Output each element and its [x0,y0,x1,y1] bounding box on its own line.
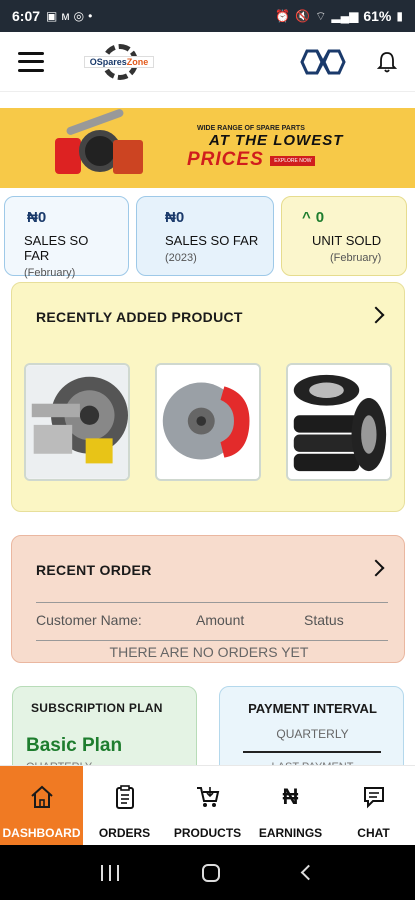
stat-value: 0 [315,209,325,226]
empty-orders-message: THERE ARE NO ORDERS YET [109,644,309,660]
stat-value: ₦0 [27,209,47,226]
subscription-title: SUBSCRIPTION PLAN [31,701,163,715]
stat-card-units-sold[interactable]: ^ 0 UNIT SOLD (February) [281,196,407,276]
subscription-plan-card[interactable]: SUBSCRIPTION PLAN Basic Plan QUARTERLY [12,686,197,776]
stat-label: UNIT SOLD [312,233,382,248]
column-customer-name: Customer Name: [36,612,142,628]
stat-period: (2023) [165,252,197,264]
signal-icon: ▂▄▆ [331,9,359,23]
home-icon [27,782,57,812]
brake-disc-image [157,365,259,479]
system-navigation-bar [0,845,415,900]
cart-icon [193,782,223,812]
chat-icon [359,782,389,812]
section-title: RECENTLY ADDED PRODUCT [36,309,243,325]
nav-orders[interactable]: ORDERS [83,766,166,846]
status-time: 6:07 [12,8,41,24]
nav-chat[interactable]: CHAT [332,766,415,846]
alarm-icon: ⏰ [275,9,291,23]
column-status: Status [304,612,344,628]
payment-interval-card[interactable]: PAYMENT INTERVAL QUARTERLY LAST PAYMENT [219,686,404,776]
nav-dashboard[interactable]: DASHBOARD [0,766,83,846]
dot-icon: • [88,9,93,23]
recent-apps-button[interactable] [101,864,120,881]
recent-order-section: RECENT ORDER Customer Name: Amount Statu… [11,535,405,663]
notification-icons: ▣ ᴍ ◎ • [46,9,92,23]
order-table-header: Customer Name: Amount Status [36,612,388,628]
status-bar: 6:07 ▣ ᴍ ◎ • ⏰ 🔇 ⌔ ▂▄▆ 61% ▮ [0,0,415,32]
spare-parts-illustration [55,107,145,180]
system-indicators: ⏰ 🔇 ⌔ ▂▄▆ 61% ▮ [275,8,403,24]
divider [243,751,381,753]
banner-small-text: WIDE RANGE OF SPARE PARTS [197,125,305,132]
wifi-icon: ⌔ [315,8,327,23]
promo-banner[interactable]: WIDE RANGE OF SPARE PARTS AT THE LOWEST … [0,107,415,188]
product-thumbnail-brake-disc[interactable] [155,363,261,481]
stat-card-sales-year[interactable]: ₦0 SALES SO FAR (2023) [136,196,274,276]
battery-level: 61% [363,8,392,24]
product-thumbnail-tires[interactable] [286,363,392,481]
nav-label: PRODUCTS [173,826,242,840]
back-button[interactable] [300,864,316,881]
bell-icon[interactable] [377,51,397,73]
nav-products[interactable]: PRODUCTS [166,766,249,846]
m-icon: ᴍ [61,9,70,23]
menu-icon[interactable] [18,51,44,72]
mute-icon: 🔇 [295,9,311,23]
instagram-icon: ◎ [73,9,85,23]
product-thumbnail-brake-caliper[interactable] [24,363,130,481]
tires-image [288,365,390,479]
bottom-navigation: DASHBOARD ORDERS PRODUCTS ₦ EARNINGS CHA… [0,765,415,846]
banner-headline-1: AT THE LOWEST [209,132,344,149]
nav-label: CHAT [357,826,390,840]
caret-up-icon: ^ [302,209,311,226]
payment-interval-title: PAYMENT INTERVAL [248,701,377,716]
battery-icon: ▮ [396,9,403,23]
section-title: RECENT ORDER [36,562,152,578]
nav-earnings[interactable]: ₦ EARNINGS [249,766,332,846]
nav-label: ORDERS [98,826,151,840]
logo-text: OSparesZone [84,55,154,68]
app-header: OSparesZone [0,32,415,92]
clipboard-icon [110,782,140,812]
plan-name: Basic Plan [26,735,123,756]
stat-card-sales-month[interactable]: ₦0 SALES SO FAR (February) [4,196,129,279]
recently-added-section: RECENTLY ADDED PRODUCT [11,282,405,512]
hex-network-icon[interactable] [297,47,349,77]
brake-assembly-image [26,365,128,479]
divider [36,640,388,641]
stat-label: SALES SO FAR [24,233,89,263]
banner-tag[interactable]: EXPLORE NOW [270,155,316,166]
stat-period: (February) [24,267,76,279]
stat-label: SALES SO FAR [165,233,259,248]
stat-period: (February) [330,252,382,264]
app-logo[interactable]: OSparesZone [84,43,154,80]
payment-interval-value: QUARTERLY [276,727,349,741]
chevron-right-icon[interactable] [367,306,385,324]
chevron-right-icon[interactable] [367,559,385,577]
image-icon: ▣ [46,9,58,23]
nav-label: EARNINGS [258,826,323,840]
naira-icon: ₦ [282,784,299,809]
stat-value: ₦0 [165,209,185,226]
column-amount: Amount [196,612,245,628]
nav-label: DASHBOARD [2,826,81,840]
divider [36,602,388,603]
home-button[interactable] [201,863,220,882]
banner-headline-2: PRICES [187,149,264,170]
